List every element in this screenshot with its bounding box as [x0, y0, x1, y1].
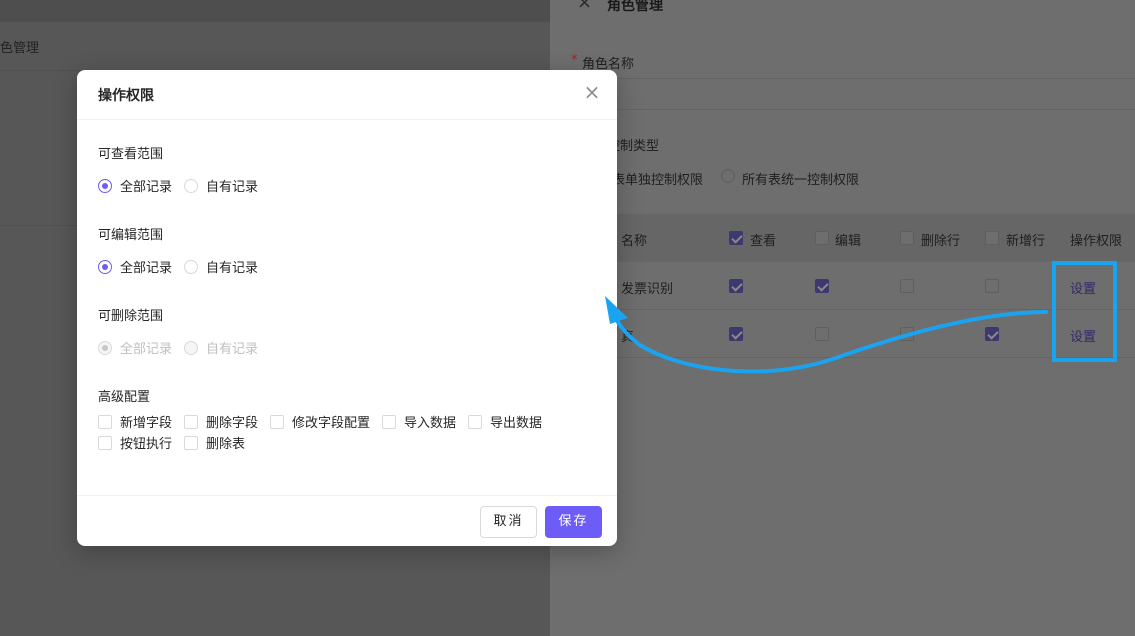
- header-view: 查看: [750, 234, 777, 249]
- table-row: 发票识别 设置: [571, 262, 1135, 310]
- radio-dot: [98, 259, 112, 274]
- role-management-drawer: × 角色管理 * 角色名称 控制类型 表单独控制权限 所有表统一控制权限 名称 …: [550, 0, 1135, 636]
- modal-title: 操作权限: [98, 88, 154, 104]
- button-execute-checkbox[interactable]: 按钮执行: [98, 433, 172, 452]
- edit-checkbox[interactable]: [815, 327, 829, 341]
- delete-scope-own-radio: 自有记录: [184, 338, 258, 357]
- edit-scope-own-radio[interactable]: 自有记录: [184, 257, 258, 276]
- modal-header: 操作权限 ×: [77, 70, 617, 120]
- table-row: 真 设置: [571, 310, 1135, 358]
- checkbox-label: 修改字段配置: [292, 416, 371, 431]
- advanced-config-label: 高级配置: [98, 390, 151, 405]
- checkbox-label: 删除字段: [206, 416, 259, 431]
- save-button[interactable]: 保存: [545, 506, 602, 538]
- radio-label: 全部记录: [120, 342, 173, 357]
- cancel-button[interactable]: 取消: [480, 506, 537, 538]
- table-header: 名称 查看 编辑 删除行 新增行 操作权限: [571, 214, 1135, 262]
- add-row-checkbox[interactable]: [985, 279, 999, 293]
- drawer-title: 角色管理: [607, 0, 663, 14]
- settings-link[interactable]: 设置: [1070, 278, 1096, 297]
- radio-label: 自有记录: [206, 180, 259, 195]
- header-view-checkbox[interactable]: [729, 231, 743, 245]
- settings-link[interactable]: 设置: [1070, 326, 1096, 345]
- view-scope-own-radio[interactable]: 自有记录: [184, 176, 258, 195]
- header-delete-row: 删除行: [921, 234, 961, 249]
- radio-dot: [184, 178, 198, 193]
- edit-checkbox[interactable]: [815, 279, 829, 293]
- header-delete-row-checkbox[interactable]: [900, 231, 914, 245]
- view-checkbox[interactable]: [729, 327, 743, 341]
- radio-dot: [184, 259, 198, 274]
- edit-scope-label: 可编辑范围: [98, 228, 164, 243]
- delete-scope-label: 可删除范围: [98, 309, 164, 324]
- checkbox-box: [270, 414, 284, 429]
- close-icon[interactable]: ×: [577, 0, 592, 13]
- import-data-checkbox[interactable]: 导入数据: [382, 412, 456, 431]
- radio-label: 全部记录: [120, 180, 173, 195]
- radio-dot: [184, 340, 198, 355]
- radio-per-table-control[interactable]: 表单独控制权限: [612, 169, 703, 188]
- checkbox-label: 导入数据: [404, 416, 457, 431]
- delete-field-checkbox[interactable]: 删除字段: [184, 412, 258, 431]
- modify-field-config-checkbox[interactable]: 修改字段配置: [270, 412, 370, 431]
- checkbox-label: 按钮执行: [120, 437, 173, 452]
- checkbox-box: [382, 414, 396, 429]
- required-mark: *: [571, 53, 578, 68]
- checkbox-label: 导出数据: [490, 416, 543, 431]
- view-checkbox[interactable]: [729, 279, 743, 293]
- header-name: 名称: [621, 234, 648, 249]
- control-type-label: 控制类型: [607, 135, 659, 158]
- row-name: 真: [621, 330, 635, 345]
- background-header-strip: [0, 0, 550, 22]
- export-data-checkbox[interactable]: 导出数据: [468, 412, 542, 431]
- radio-label: 全部记录: [120, 261, 173, 276]
- header-add-row-checkbox[interactable]: [985, 231, 999, 245]
- role-name-input[interactable]: [571, 78, 1135, 110]
- radio-label: 自有记录: [206, 342, 259, 357]
- header-add-row: 新增行: [1006, 234, 1046, 249]
- delete-row-checkbox[interactable]: [900, 327, 914, 341]
- delete-scope-all-radio: 全部记录: [98, 338, 172, 357]
- delete-row-checkbox[interactable]: [900, 279, 914, 293]
- checkbox-box: [184, 414, 198, 429]
- add-row-checkbox[interactable]: [985, 327, 999, 341]
- radio-label: 表单独控制权限: [612, 173, 704, 188]
- checkbox-label: 删除表: [206, 437, 246, 452]
- view-scope-all-radio[interactable]: 全部记录: [98, 176, 172, 195]
- radio-dot: [98, 178, 112, 193]
- delete-table-checkbox[interactable]: 删除表: [184, 433, 245, 452]
- close-icon[interactable]: ×: [581, 81, 603, 103]
- checkbox-label: 新增字段: [120, 416, 173, 431]
- header-operation: 操作权限: [1070, 234, 1123, 249]
- radio-dot: [98, 340, 112, 355]
- checkbox-box: [98, 414, 112, 429]
- radio-unified-control-circle[interactable]: [721, 169, 735, 183]
- modal-footer: 取消 保存: [77, 495, 617, 546]
- checkbox-box: [98, 435, 112, 450]
- checkbox-box: [184, 435, 198, 450]
- background-page-title: 色管理: [0, 41, 40, 56]
- add-field-checkbox[interactable]: 新增字段: [98, 412, 172, 431]
- checkbox-box: [468, 414, 482, 429]
- operation-permission-modal: 操作权限 × 可查看范围 全部记录 自有记录 可编辑范围 全部记录 自有记录 可…: [77, 70, 617, 546]
- edit-scope-all-radio[interactable]: 全部记录: [98, 257, 172, 276]
- row-name: 发票识别: [621, 282, 674, 297]
- view-scope-label: 可查看范围: [98, 147, 164, 162]
- permission-table: 名称 查看 编辑 删除行 新增行 操作权限 发票识别 设置 真 设置: [571, 214, 1135, 358]
- header-edit: 编辑: [835, 234, 862, 249]
- header-edit-checkbox[interactable]: [815, 231, 829, 245]
- radio-label: 所有表统一控制权限: [742, 173, 860, 188]
- radio-label: 自有记录: [206, 261, 259, 276]
